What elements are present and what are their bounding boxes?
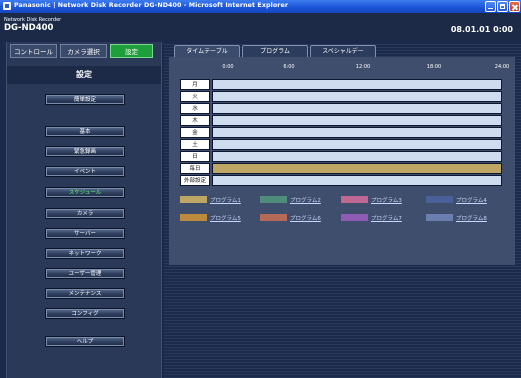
window-title: Panasonic | Network Disk Recorder DG-ND4…	[14, 2, 289, 9]
nav-basic[interactable]: 基本	[45, 126, 125, 137]
sidebar: コントロール カメラ選択 設定 設定 簡単設定 基本 緊急録画 イベント スケジ…	[6, 42, 162, 378]
ie-app-icon	[3, 2, 11, 10]
timetable-row: 火	[180, 91, 502, 103]
day-label: 木	[180, 115, 210, 126]
mode-tab-camera-select[interactable]: カメラ選択	[60, 44, 107, 58]
timetable-row: 日	[180, 151, 502, 163]
close-button[interactable]	[509, 1, 520, 12]
main-panel: タイムテーブル プログラム スペシャルデー 0:00 6:00 12:00 18…	[164, 42, 521, 378]
legend-swatch	[260, 196, 287, 203]
legend-link[interactable]: プログラム7	[371, 214, 402, 222]
time-label-0: 0:00	[222, 64, 234, 70]
timetable-row: 水	[180, 103, 502, 115]
time-label-18: 18:00	[426, 64, 442, 70]
time-label-12: 12:00	[355, 64, 371, 70]
minimize-button[interactable]	[485, 1, 496, 12]
tab-program[interactable]: プログラム	[242, 45, 308, 57]
timetable-row: 毎日	[180, 163, 502, 175]
nav-network[interactable]: ネットワーク	[45, 248, 125, 259]
nav-maintenance[interactable]: メンテナンス	[45, 288, 125, 299]
time-label-6: 6:00	[283, 64, 295, 70]
day-label: 火	[180, 91, 210, 102]
legend-swatch	[426, 196, 453, 203]
time-label-24: 24:00	[494, 64, 510, 70]
mode-tab-settings[interactable]: 設定	[110, 44, 153, 58]
legend-swatch	[180, 214, 207, 221]
nav-server[interactable]: サーバー	[45, 228, 125, 239]
schedule-bar[interactable]	[212, 127, 502, 138]
timetable-row: 土	[180, 139, 502, 151]
nav-quick-setup[interactable]: 簡単設定	[45, 94, 125, 105]
timetable-row: 木	[180, 115, 502, 127]
schedule-bar[interactable]	[212, 103, 502, 114]
app-header: Network Disk Recorder DG-ND400 08.01.01 …	[0, 13, 521, 41]
day-label: 土	[180, 139, 210, 150]
nav-camera[interactable]: カメラ	[45, 208, 125, 219]
timetable-row: 金	[180, 127, 502, 139]
day-label: 毎日	[180, 163, 210, 174]
day-label: 月	[180, 79, 210, 90]
nav-user-management[interactable]: ユーザー管理	[45, 268, 125, 279]
day-label: 日	[180, 151, 210, 162]
schedule-bar[interactable]	[212, 151, 502, 162]
nav-event[interactable]: イベント	[45, 166, 125, 177]
legend-swatch	[426, 214, 453, 221]
timetable-row: 月	[180, 79, 502, 91]
timetable-row: 外部設定	[180, 175, 502, 187]
mode-tab-control[interactable]: コントロール	[10, 44, 57, 58]
timetable: 0:00 6:00 12:00 18:00 24:00 月 火 水 木 金 土	[169, 57, 515, 265]
sidebar-title: 設定	[7, 66, 161, 84]
legend-swatch	[341, 214, 368, 221]
schedule-bar[interactable]	[212, 175, 502, 186]
legend-link[interactable]: プログラム8	[456, 214, 487, 222]
tab-special-day[interactable]: スペシャルデー	[310, 45, 376, 57]
header-datetime: 08.01.01 0:00	[450, 25, 513, 34]
schedule-bar[interactable]	[212, 91, 502, 102]
nav-emergency-recording[interactable]: 緊急録画	[45, 146, 125, 157]
schedule-bar[interactable]	[212, 139, 502, 150]
legend-swatch	[341, 196, 368, 203]
schedule-bar[interactable]	[212, 163, 502, 174]
day-label: 水	[180, 103, 210, 114]
legend-link[interactable]: プログラム3	[371, 196, 402, 204]
schedule-bar[interactable]	[212, 79, 502, 90]
tab-timetable[interactable]: タイムテーブル	[174, 45, 240, 57]
schedule-bar[interactable]	[212, 115, 502, 126]
day-label: 外部設定	[180, 175, 210, 186]
window-titlebar: Panasonic | Network Disk Recorder DG-ND4…	[0, 0, 521, 13]
day-label: 金	[180, 127, 210, 138]
legend-link[interactable]: プログラム2	[290, 196, 321, 204]
nav-schedule[interactable]: スケジュール	[45, 187, 125, 198]
nav-help[interactable]: ヘルプ	[45, 336, 125, 347]
legend-swatch	[260, 214, 287, 221]
legend-link[interactable]: プログラム6	[290, 214, 321, 222]
legend-swatch	[180, 196, 207, 203]
legend-link[interactable]: プログラム1	[210, 196, 241, 204]
nav-config[interactable]: コンフィグ	[45, 308, 125, 319]
header-model: DG-ND400	[4, 23, 54, 33]
legend-link[interactable]: プログラム5	[210, 214, 241, 222]
maximize-button[interactable]	[497, 1, 508, 12]
legend-link[interactable]: プログラム4	[456, 196, 487, 204]
